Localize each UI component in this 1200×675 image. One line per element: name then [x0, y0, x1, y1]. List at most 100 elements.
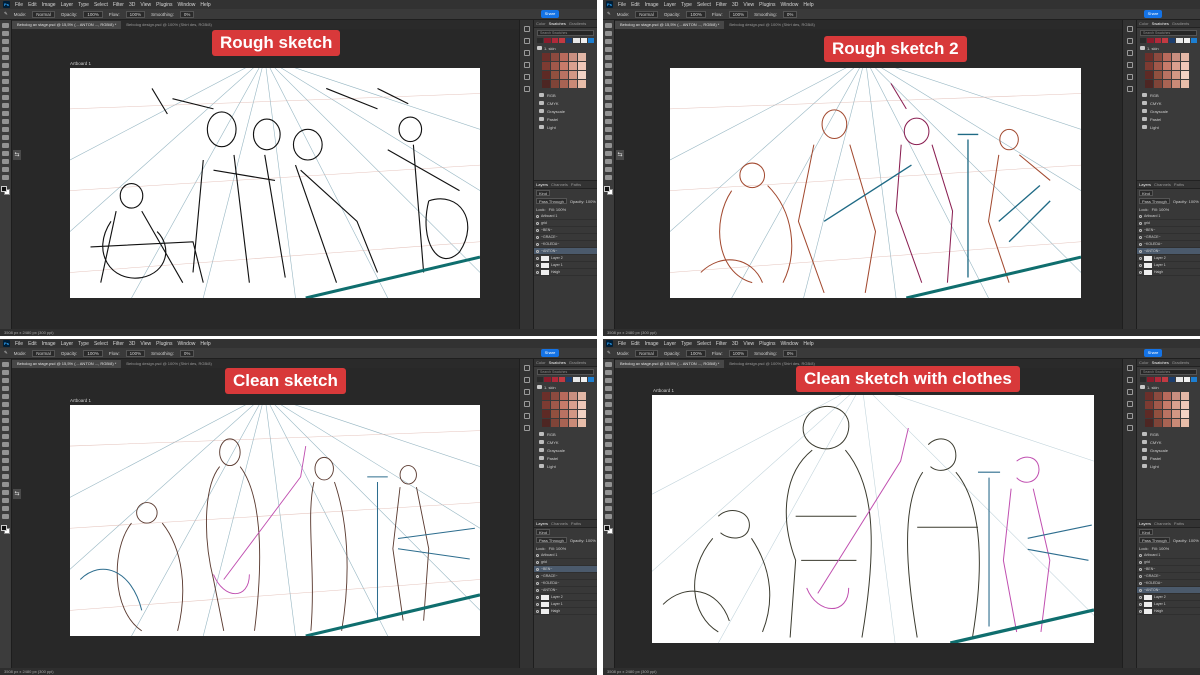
swatch-folder-rgb[interactable]: RGB — [1142, 91, 1197, 99]
lasso-tool-icon[interactable] — [2, 378, 9, 383]
skin-swatch-grid[interactable] — [542, 392, 586, 427]
recent-color-swatch[interactable] — [1183, 377, 1190, 382]
swatch-folder-pastel[interactable]: Pastel — [539, 115, 594, 123]
color-swatch[interactable] — [551, 53, 559, 61]
menu-window[interactable]: Window — [781, 341, 799, 347]
color-swatch[interactable] — [1172, 53, 1180, 61]
layer-row[interactable]: ~BEN~ — [1137, 566, 1200, 573]
color-swatch[interactable] — [542, 71, 550, 79]
color-swatch[interactable] — [1181, 419, 1189, 427]
color-swatch[interactable] — [560, 392, 568, 400]
brush-icon[interactable] — [2, 79, 9, 84]
paragraph-icon[interactable] — [1126, 413, 1133, 419]
blend-mode-select[interactable]: Pass Through — [536, 198, 567, 204]
shape-tool-icon[interactable] — [2, 498, 9, 503]
recent-color-swatch[interactable] — [573, 377, 580, 382]
menu-filter[interactable]: Filter — [716, 341, 727, 347]
eye-icon[interactable] — [536, 249, 539, 253]
tab-design[interactable]: Bebolog design.psd @ 100% (Shirt des, RG… — [121, 360, 216, 368]
color-swatch[interactable] — [1145, 53, 1153, 61]
layer-row[interactable]: ~KOLEDA~ — [1137, 580, 1200, 587]
healing-tool-icon[interactable] — [2, 410, 9, 415]
color-swatch[interactable] — [569, 392, 577, 400]
tab-layers[interactable]: Layers — [1139, 521, 1151, 526]
menu-help[interactable]: Help — [200, 2, 210, 8]
menu-layer[interactable]: Layer — [664, 341, 677, 347]
color-swatch[interactable] — [542, 419, 550, 427]
recent-color-swatch[interactable] — [1140, 38, 1147, 43]
zoom-tool-icon[interactable] — [605, 514, 612, 519]
mode-select[interactable]: Normal — [635, 349, 658, 357]
layer-row[interactable]: ~BEN~ — [1137, 227, 1200, 234]
move-tool-icon[interactable] — [2, 23, 9, 28]
layer-row[interactable]: Haigh — [534, 269, 597, 276]
brush-settings-icon[interactable] — [1126, 50, 1133, 56]
healing-tool-icon[interactable] — [2, 71, 9, 76]
swatch-folder-cmyk[interactable]: CMYK — [1142, 438, 1197, 446]
crop-tool-icon[interactable] — [2, 394, 9, 399]
swatch-search-input[interactable]: Search Swatches — [1140, 30, 1197, 36]
gradient-tool-icon[interactable] — [2, 111, 9, 116]
swatch-folder-light[interactable]: Light — [1142, 123, 1197, 131]
color-swatch[interactable] — [578, 419, 586, 427]
menu-help[interactable]: Help — [200, 341, 210, 347]
recent-color-swatch[interactable] — [1176, 38, 1183, 43]
layer-row[interactable]: ~KOLEDA~ — [1137, 241, 1200, 248]
layer-row[interactable]: ~ANTON~ — [1137, 587, 1200, 594]
eye-icon[interactable] — [536, 228, 539, 232]
color-swatch[interactable] — [1163, 419, 1171, 427]
adjustments-icon[interactable] — [1126, 425, 1133, 431]
flow-field[interactable]: 100% — [728, 10, 749, 18]
panel-toggle-icon[interactable]: ⇆ — [616, 150, 624, 160]
brush-settings-icon[interactable] — [523, 50, 530, 56]
layer-row[interactable]: ~ANTON~ — [534, 248, 597, 255]
artboard-canvas[interactable] — [670, 68, 1081, 298]
recent-color-swatch[interactable] — [1169, 377, 1176, 382]
color-swatch[interactable] — [578, 410, 586, 418]
eraser-tool-icon[interactable] — [2, 103, 9, 108]
tab-design[interactable]: Bebolog design.psd @ 100% (Shirt des, RG… — [121, 21, 216, 29]
eye-icon[interactable] — [1139, 256, 1142, 260]
stamp-tool-icon[interactable] — [605, 87, 612, 92]
color-swatch[interactable] — [1145, 71, 1153, 79]
eyedropper-tool-icon[interactable] — [2, 63, 9, 68]
menu-file[interactable]: File — [15, 2, 23, 8]
color-swatch[interactable] — [1154, 71, 1162, 79]
swatch-folder-cmyk[interactable]: CMYK — [539, 438, 594, 446]
eye-icon[interactable] — [536, 595, 539, 599]
menu-edit[interactable]: Edit — [28, 2, 37, 8]
layer-row[interactable]: ~ANTON~ — [1137, 248, 1200, 255]
menu-select[interactable]: Select — [94, 341, 108, 347]
color-swatch[interactable] — [542, 392, 550, 400]
layer-fill[interactable]: Fill: 100% — [549, 207, 567, 212]
share-button[interactable]: Share — [541, 349, 559, 357]
recent-color-swatch[interactable] — [566, 377, 573, 382]
layer-opacity[interactable]: Opacity: 100% — [1173, 199, 1199, 204]
dodge-tool-icon[interactable] — [2, 127, 9, 132]
menu-edit[interactable]: Edit — [631, 341, 640, 347]
brush-tool-icon[interactable]: ✎ — [4, 11, 8, 17]
swatch-folder-pastel[interactable]: Pastel — [1142, 454, 1197, 462]
recent-color-swatch[interactable] — [566, 38, 573, 43]
color-swatch[interactable] — [542, 53, 550, 61]
menu-type[interactable]: Type — [681, 341, 692, 347]
menu-select[interactable]: Select — [697, 2, 711, 8]
recent-color-swatch[interactable] — [580, 38, 587, 43]
shape-tool-icon[interactable] — [605, 159, 612, 164]
layer-kind-select[interactable]: Kind — [536, 190, 551, 196]
swatch-folder-grayscale[interactable]: Grayscale — [1142, 107, 1197, 115]
menu-layer[interactable]: Layer — [61, 2, 74, 8]
recent-color-swatch[interactable] — [1147, 38, 1154, 43]
eye-icon[interactable] — [1139, 249, 1142, 253]
layer-row[interactable]: Layer 1 — [534, 262, 597, 269]
color-swatch[interactable] — [560, 53, 568, 61]
history-brush-icon[interactable] — [2, 434, 9, 439]
eye-icon[interactable] — [1139, 235, 1142, 239]
swatch-folder-grayscale[interactable]: Grayscale — [539, 446, 594, 454]
smoothing-field[interactable]: 0% — [179, 10, 195, 18]
smoothing-field[interactable]: 0% — [782, 349, 798, 357]
pen-tool-icon[interactable] — [2, 135, 9, 140]
color-swatch[interactable] — [1172, 410, 1180, 418]
menu-window[interactable]: Window — [781, 2, 799, 8]
layer-row[interactable]: Layer 1 — [1137, 601, 1200, 608]
